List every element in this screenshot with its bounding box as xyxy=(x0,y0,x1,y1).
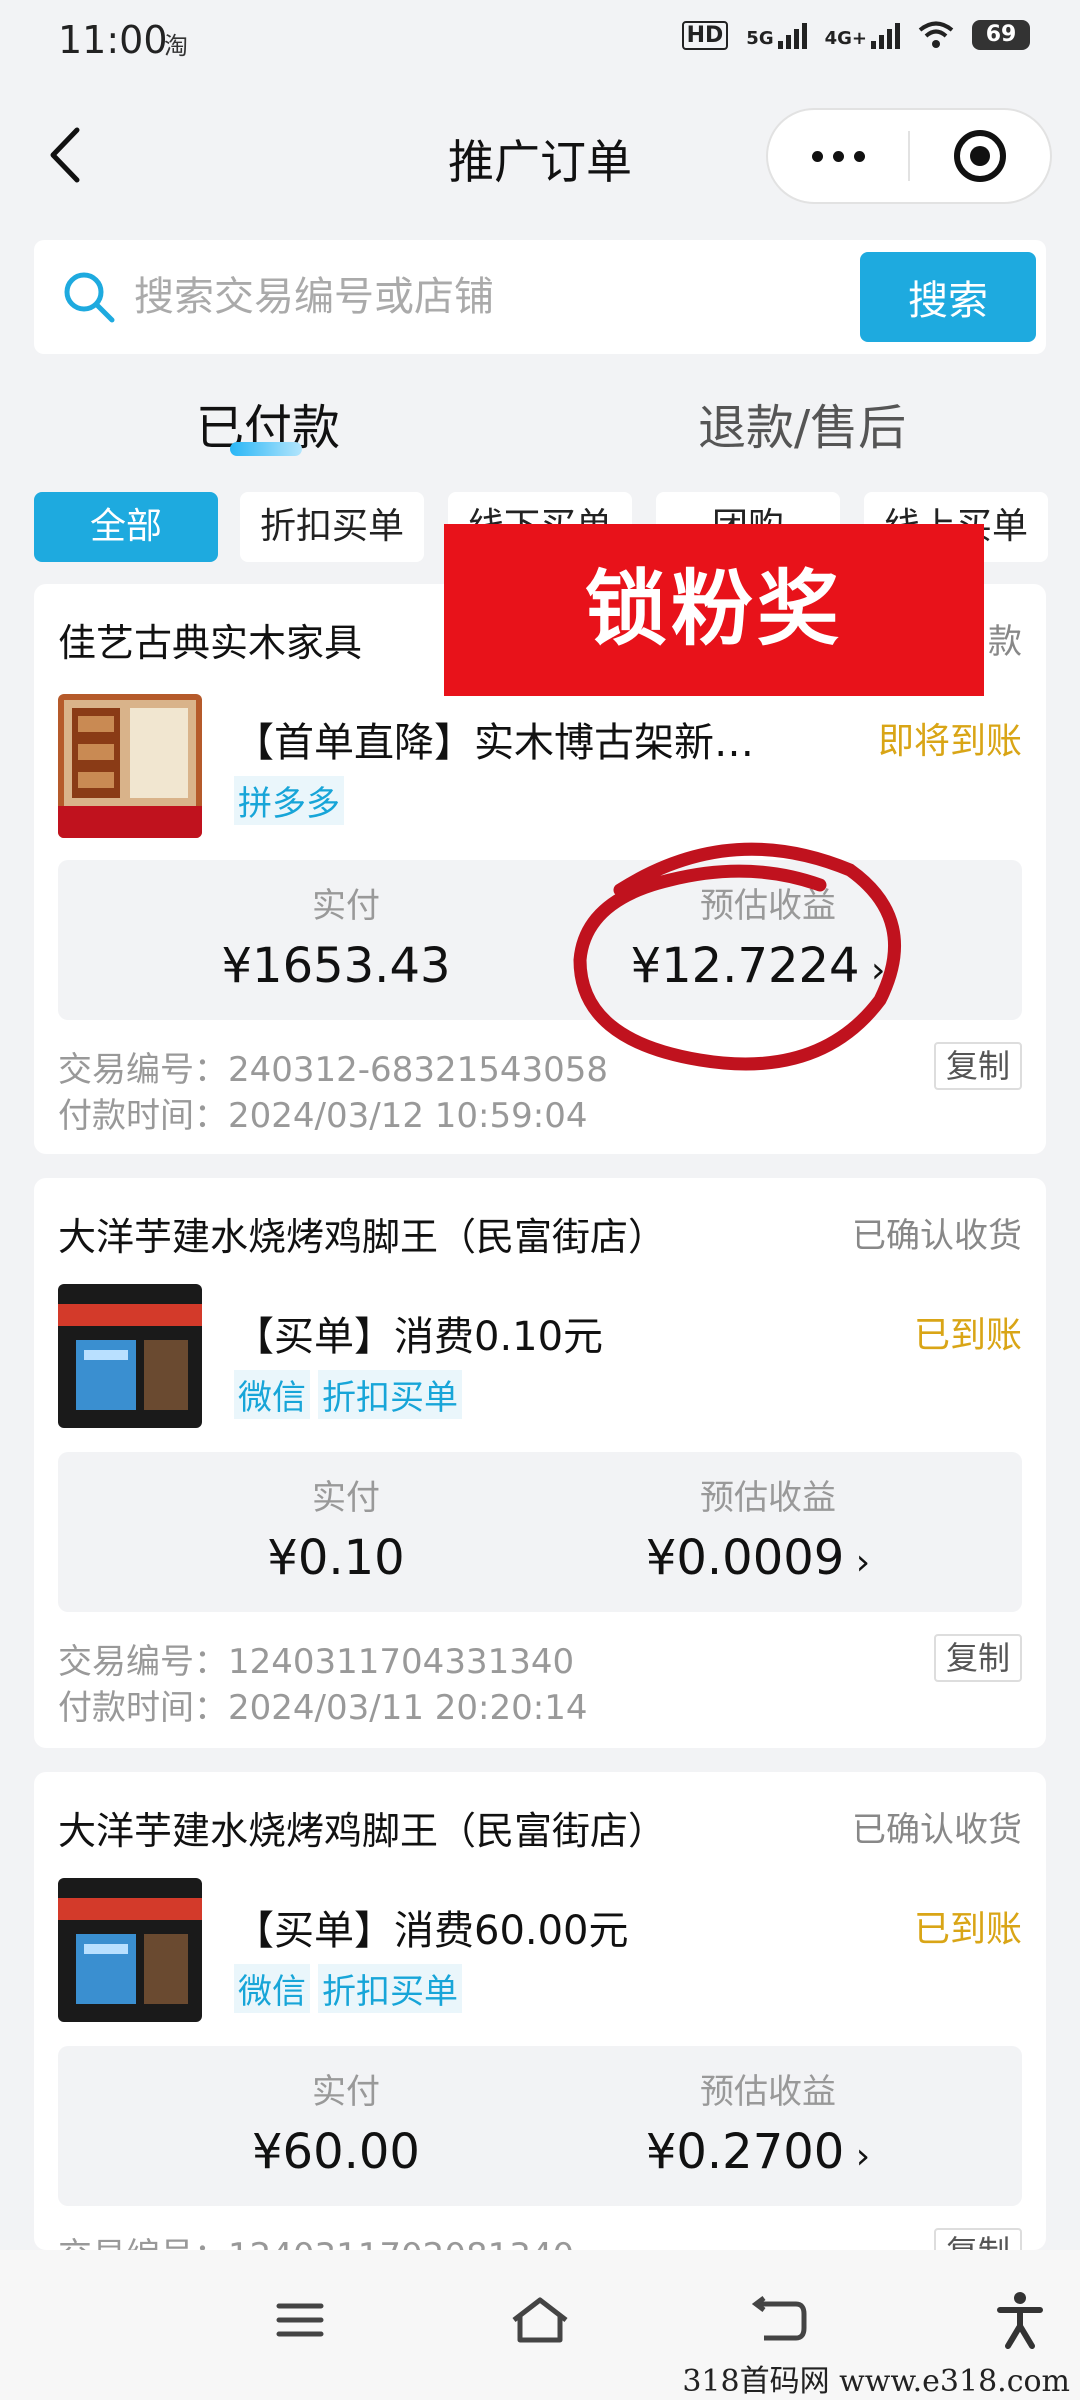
site-watermark: 318首码网 www.e318.com xyxy=(682,2364,1070,2399)
net-label-5g: 5G xyxy=(746,28,774,49)
lock-fans-banner: 锁粉奖 xyxy=(444,524,984,696)
earn-value: ¥0.2700 xyxy=(645,2124,845,2180)
shop-name: 大洋芋建水烧烤鸡脚王（民富街店） xyxy=(58,1215,667,1259)
storefront-image xyxy=(58,1878,202,2022)
miniapp-capsule xyxy=(766,108,1052,204)
paid-amount: ¥0.10 xyxy=(267,1530,405,1586)
settle-status: 已到账 xyxy=(913,1315,1022,1356)
filter-discount-pay[interactable]: 折扣买单 xyxy=(240,492,424,562)
order-status: 已确认收货 xyxy=(852,1810,1022,1850)
status-bar: 11:00 淘 HD 5G 4G+ 69 xyxy=(0,0,1080,80)
order-tags: 微信 折扣买单 xyxy=(234,1964,462,2013)
home-icon xyxy=(512,2297,568,2343)
order-card[interactable]: 大洋芋建水烧烤鸡脚王（民富街店） 已确认收货 【买单】消费0.10元 已到账 微… xyxy=(34,1178,1046,1748)
furniture-image xyxy=(58,694,202,838)
amount-panel: 实付 ¥0.10 预估收益 ¥0.0009 › xyxy=(58,1452,1022,1612)
target-icon xyxy=(953,130,1006,182)
annotation-circle xyxy=(573,842,901,1071)
earn-label: 预估收益 xyxy=(700,2072,836,2112)
amount-panel: 实付 ¥60.00 预估收益 ¥0.2700 › xyxy=(58,2046,1022,2206)
shop-name: 大洋芋建水烧烤鸡脚王（民富街店） xyxy=(58,1809,667,1853)
accessibility-icon xyxy=(997,2292,1043,2349)
paid-amount: ¥60.00 xyxy=(252,2124,420,2180)
filter-all[interactable]: 全部 xyxy=(34,492,218,562)
chevron-right-icon: › xyxy=(844,1542,871,1583)
order-number-label: 交易编号： xyxy=(58,1050,228,1090)
tag-wechat: 微信 xyxy=(234,1370,310,1419)
storefront-image xyxy=(58,1284,202,1428)
settle-status: 已到账 xyxy=(913,1909,1022,1950)
accessibility-button[interactable] xyxy=(980,2280,1060,2360)
pay-time-label: 付款时间： xyxy=(58,1688,228,1728)
net-label-4g: 4G+ xyxy=(824,28,867,49)
tab-indicator xyxy=(230,442,302,456)
copy-button[interactable]: 复制 xyxy=(933,1634,1022,1682)
tag-discount-pay: 折扣买单 xyxy=(318,1370,462,1419)
product-title: 【买单】消费0.10元 xyxy=(234,1314,604,1360)
copy-button[interactable]: 复制 xyxy=(933,1042,1022,1090)
tag-wechat: 微信 xyxy=(234,1964,310,2013)
order-number-value: 240312-68321543058 xyxy=(228,1050,609,1090)
order-number-label: 交易编号： xyxy=(58,2236,228,2250)
status-indicators: HD 5G 4G+ 69 xyxy=(681,20,1030,50)
order-number: 交易编号：1240311702081340 xyxy=(58,2228,574,2250)
settle-status: 即将到账 xyxy=(877,721,1022,762)
tag-pinduoduo: 拼多多 xyxy=(234,776,344,825)
order-number: 交易编号：1240311704331340 xyxy=(58,1634,574,1683)
paid-label: 实付 xyxy=(312,2072,380,2112)
order-status: 款 xyxy=(988,622,1022,662)
order-number-label: 交易编号： xyxy=(58,1642,228,1682)
search-bar: 搜索 xyxy=(34,240,1046,354)
paid-label: 实付 xyxy=(312,1478,380,1518)
earn-value: ¥0.0009 xyxy=(645,1530,845,1586)
search-button[interactable]: 搜索 xyxy=(860,252,1036,342)
pay-time: 付款时间：2024/03/11 20:20:14 xyxy=(58,1680,587,1729)
pay-time: 付款时间：2024/03/12 10:59:04 xyxy=(58,1088,587,1137)
earn-amount[interactable]: ¥0.0009 › xyxy=(578,1530,938,1586)
product-title: 【首单直降】实木博古架新… xyxy=(234,720,754,766)
order-status: 已确认收货 xyxy=(852,1216,1022,1256)
taobao-notification-icon: 淘 xyxy=(164,32,188,60)
order-card[interactable]: 大洋芋建水烧烤鸡脚王（民富街店） 已确认收货 【买单】消费60.00元 已到账 … xyxy=(34,1772,1046,2250)
status-time: 11:00 xyxy=(58,18,168,62)
menu-icon xyxy=(276,2303,324,2337)
product-thumbnail xyxy=(58,694,202,838)
paid-label: 实付 xyxy=(312,886,380,926)
signal-5g-icon: 5G xyxy=(746,21,807,49)
hd-icon: HD xyxy=(681,20,729,50)
order-tags: 拼多多 xyxy=(234,776,344,825)
shop-thumbnail xyxy=(58,1878,202,2022)
shop-name: 佳艺古典实木家具 xyxy=(58,621,363,665)
search-icon xyxy=(64,272,115,323)
signal-4g-icon: 4G+ xyxy=(825,21,900,49)
order-number-value: 1240311704331340 xyxy=(228,1642,575,1682)
product-title: 【买单】消费60.00元 xyxy=(234,1908,629,1954)
earn-amount[interactable]: ¥0.2700 › xyxy=(578,2124,938,2180)
menu-button[interactable] xyxy=(260,2280,340,2360)
copy-button[interactable]: 复制 xyxy=(933,2228,1022,2250)
order-tags: 微信 折扣买单 xyxy=(234,1370,462,1419)
pay-time-label: 付款时间： xyxy=(58,1096,228,1136)
tab-refund[interactable]: 退款/售后 xyxy=(698,388,906,458)
back-nav-button[interactable] xyxy=(740,2280,820,2360)
order-number: 交易编号：240312-68321543058 xyxy=(58,1042,608,1091)
paid-amount: ¥1653.43 xyxy=(221,938,451,994)
order-number-value: 1240311702081340 xyxy=(228,2236,574,2250)
home-button[interactable] xyxy=(500,2280,580,2360)
pay-time-value: 2024/03/11 20:20:14 xyxy=(228,1688,588,1728)
shop-thumbnail xyxy=(58,1284,202,1428)
search-input[interactable] xyxy=(134,262,874,332)
pay-time-value: 2024/03/12 10:59:04 xyxy=(228,1096,588,1136)
wifi-icon xyxy=(918,21,954,48)
close-miniapp-button[interactable] xyxy=(910,130,1050,182)
earn-label: 预估收益 xyxy=(700,1478,836,1518)
tag-discount-pay: 折扣买单 xyxy=(318,1964,462,2013)
back-icon xyxy=(752,2296,807,2341)
battery-icon: 69 xyxy=(972,20,1030,50)
chevron-right-icon: › xyxy=(844,2136,871,2177)
more-button[interactable] xyxy=(768,150,908,162)
